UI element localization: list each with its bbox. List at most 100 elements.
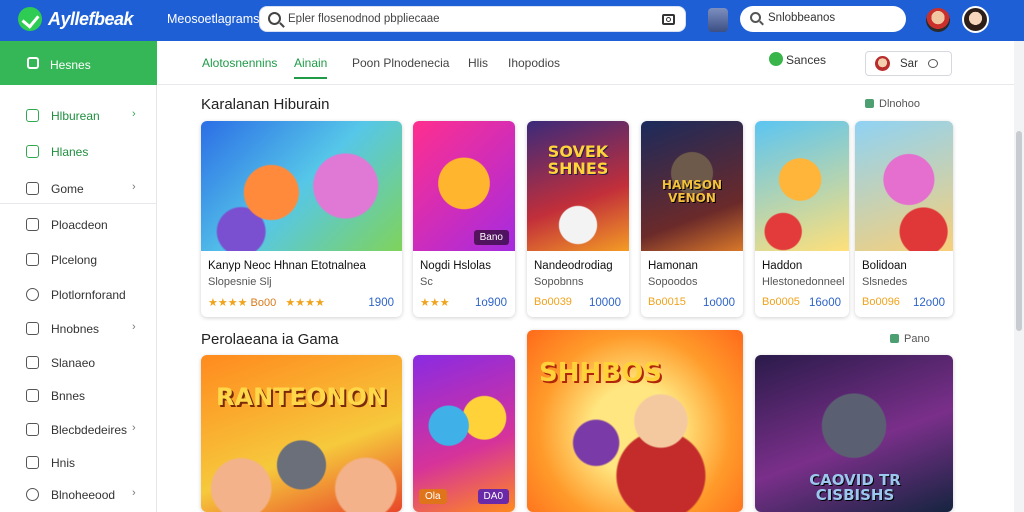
sidebar-item-label: Hlburean bbox=[51, 109, 100, 123]
game-card[interactable]: Haddon Hlestonedonneel Bo0005 16o00 bbox=[755, 121, 849, 317]
sidebar-item-label: Hnobnes bbox=[51, 322, 100, 336]
game-price: 1o000 bbox=[703, 297, 735, 309]
game-price: 1900 bbox=[368, 297, 394, 309]
brand-name: Ayllefbeak bbox=[48, 8, 134, 29]
search-icon bbox=[750, 12, 761, 23]
bag-icon bbox=[26, 389, 39, 402]
sidebar-item-home[interactable]: Hesnes bbox=[0, 41, 157, 85]
game-card[interactable]: Bolidoan Slsnedes Bo0096 12o00 bbox=[855, 121, 953, 317]
tab-2[interactable]: Ainain bbox=[294, 56, 328, 79]
game-art-title: HAMSON VENON bbox=[661, 178, 723, 205]
game-card[interactable]: Bano Nogdi Hslolas Sc ★★★ 1o900 bbox=[413, 121, 515, 317]
tag-icon bbox=[26, 218, 39, 231]
game-thumbnail[interactable]: HAMSON VENON bbox=[641, 121, 743, 251]
filter-toggle[interactable]: Sances bbox=[769, 52, 826, 67]
sidebar-item-4[interactable]: Ploacdeon bbox=[0, 208, 157, 241]
search-placeholder[interactable]: Epler flosenodnod pbpliecaae bbox=[288, 13, 440, 25]
star-icon bbox=[26, 423, 39, 436]
sidebar-item-1[interactable]: Hlburean › bbox=[0, 99, 157, 132]
game-price: 10000 bbox=[589, 297, 621, 309]
game-card[interactable]: HAMSON VENON Hamonan Sopoodos Bo0015 1o0… bbox=[641, 121, 743, 317]
sidebar-item-5[interactable]: Plcelong bbox=[0, 243, 157, 276]
sidebar-item-label: Slanaeo bbox=[51, 356, 96, 370]
game-art-title: SOVEK SHNES bbox=[547, 142, 609, 178]
sidebar-item-label: Bnnes bbox=[51, 389, 86, 403]
game-thumbnail[interactable]: SOVEK SHNES bbox=[527, 121, 629, 251]
tab-5[interactable]: Ihopodios bbox=[508, 56, 560, 70]
app-logo[interactable]: Ayllefbeak bbox=[18, 7, 134, 31]
sidebar-item-11[interactable]: Hnis bbox=[0, 446, 157, 479]
section-see-all[interactable]: Pano bbox=[890, 333, 930, 345]
game-subtitle: Slopesnie Slj bbox=[208, 276, 272, 288]
document-icon bbox=[26, 253, 39, 266]
secondary-search-placeholder[interactable]: Snlobbeanos bbox=[768, 12, 835, 24]
game-banner[interactable]: RANTEONON bbox=[201, 355, 402, 512]
game-thumbnail[interactable]: Bano bbox=[413, 121, 515, 251]
game-subtitle: Slsnedes bbox=[862, 276, 908, 288]
sidebar-item-8[interactable]: Slanaeo bbox=[0, 346, 157, 379]
chevron-right-icon: › bbox=[132, 321, 136, 333]
game-banner[interactable]: SHHBOS bbox=[527, 330, 743, 512]
notification-avatar[interactable] bbox=[926, 8, 950, 32]
game-badge: Ola bbox=[419, 489, 447, 504]
rating-stars: Bo0015 bbox=[648, 296, 686, 308]
sidebar-divider bbox=[0, 203, 157, 204]
chevron-right-icon: › bbox=[132, 422, 136, 434]
search-bar[interactable]: Epler flosenodnod pbpliecaae bbox=[259, 6, 686, 32]
game-banner[interactable]: Ola DA0 bbox=[413, 355, 515, 512]
top-nav-link[interactable]: Meosoetlagrams bbox=[167, 12, 259, 26]
heart-icon bbox=[26, 456, 39, 469]
category-tabs: Alotosnennins Ainain Poon Plnodenecia Hl… bbox=[158, 41, 1014, 85]
game-price: 1o900 bbox=[475, 297, 507, 309]
search-icon bbox=[268, 12, 281, 25]
game-title: Nandeodrodiag bbox=[534, 260, 613, 272]
rating-stars: Bo0096 bbox=[862, 296, 900, 308]
rating-stars: Bo0039 bbox=[534, 296, 572, 308]
scrollbar[interactable] bbox=[1014, 41, 1024, 512]
sidebar-item-label: Hesnes bbox=[50, 58, 91, 72]
tab-4[interactable]: Hlis bbox=[468, 56, 488, 70]
character-avatar[interactable] bbox=[708, 8, 728, 32]
rating-stars: ★★★ bbox=[420, 297, 450, 309]
sidebar-item-12[interactable]: Blnoheeood › bbox=[0, 478, 157, 511]
game-price: 16o00 bbox=[809, 297, 841, 309]
clock-icon bbox=[26, 288, 39, 301]
game-thumbnail[interactable] bbox=[755, 121, 849, 251]
game-title: Nogdi Hslolas bbox=[420, 260, 491, 272]
section-title: Karalanan Hiburain bbox=[201, 96, 330, 113]
sidebar-item-9[interactable]: Bnnes bbox=[0, 379, 157, 412]
chart-icon bbox=[26, 109, 39, 122]
game-badge: Bano bbox=[473, 230, 509, 245]
sidebar-item-label: Hlanes bbox=[51, 145, 89, 159]
top-bar: Ayllefbeak Meosoetlagrams Epler flosenod… bbox=[0, 0, 1024, 41]
game-title: Hamonan bbox=[648, 260, 698, 272]
sidebar-item-6[interactable]: Plotlornforand bbox=[0, 278, 157, 311]
game-badge: DA0 bbox=[477, 489, 509, 504]
game-card[interactable]: Kanyp Neoc Hhnan Etotnalnea Slopesnie Sl… bbox=[201, 121, 402, 317]
camera-icon[interactable] bbox=[662, 14, 675, 25]
game-thumbnail[interactable] bbox=[201, 121, 402, 251]
user-avatar[interactable] bbox=[962, 6, 989, 33]
chevron-right-icon: › bbox=[132, 181, 136, 193]
account-button[interactable]: Sar bbox=[865, 51, 952, 76]
chevron-right-icon: › bbox=[132, 487, 136, 499]
tab-3[interactable]: Poon Plnodenecia bbox=[352, 56, 449, 70]
scrollbar-thumb[interactable] bbox=[1016, 131, 1022, 331]
sidebar-item-3[interactable]: Gome › bbox=[0, 172, 157, 205]
glasses-icon bbox=[928, 59, 938, 68]
sidebar-item-label: Plotlornforand bbox=[51, 288, 126, 302]
game-card[interactable]: SOVEK SHNES Nandeodrodiag Sopobnns Bo003… bbox=[527, 121, 629, 317]
game-title: Bolidoan bbox=[862, 260, 907, 272]
game-art-title: SHHBOS bbox=[539, 358, 662, 388]
game-art-title: CAOVID TR CISBISHS bbox=[809, 471, 901, 504]
sidebar-item-10[interactable]: Blecbdedeires › bbox=[0, 413, 157, 446]
game-thumbnail[interactable] bbox=[855, 121, 953, 251]
check-icon bbox=[769, 52, 783, 66]
tab-1[interactable]: Alotosnennins bbox=[202, 56, 277, 70]
game-banner[interactable]: CAOVID TR CISBISHS bbox=[755, 355, 953, 512]
sidebar-item-2[interactable]: Hlanes bbox=[0, 135, 157, 168]
sidebar-item-7[interactable]: Hnobnes › bbox=[0, 312, 157, 345]
secondary-search[interactable]: Snlobbeanos bbox=[740, 6, 906, 32]
section-see-all[interactable]: Dlnohoo bbox=[865, 98, 920, 110]
chevron-right-icon: › bbox=[132, 108, 136, 120]
